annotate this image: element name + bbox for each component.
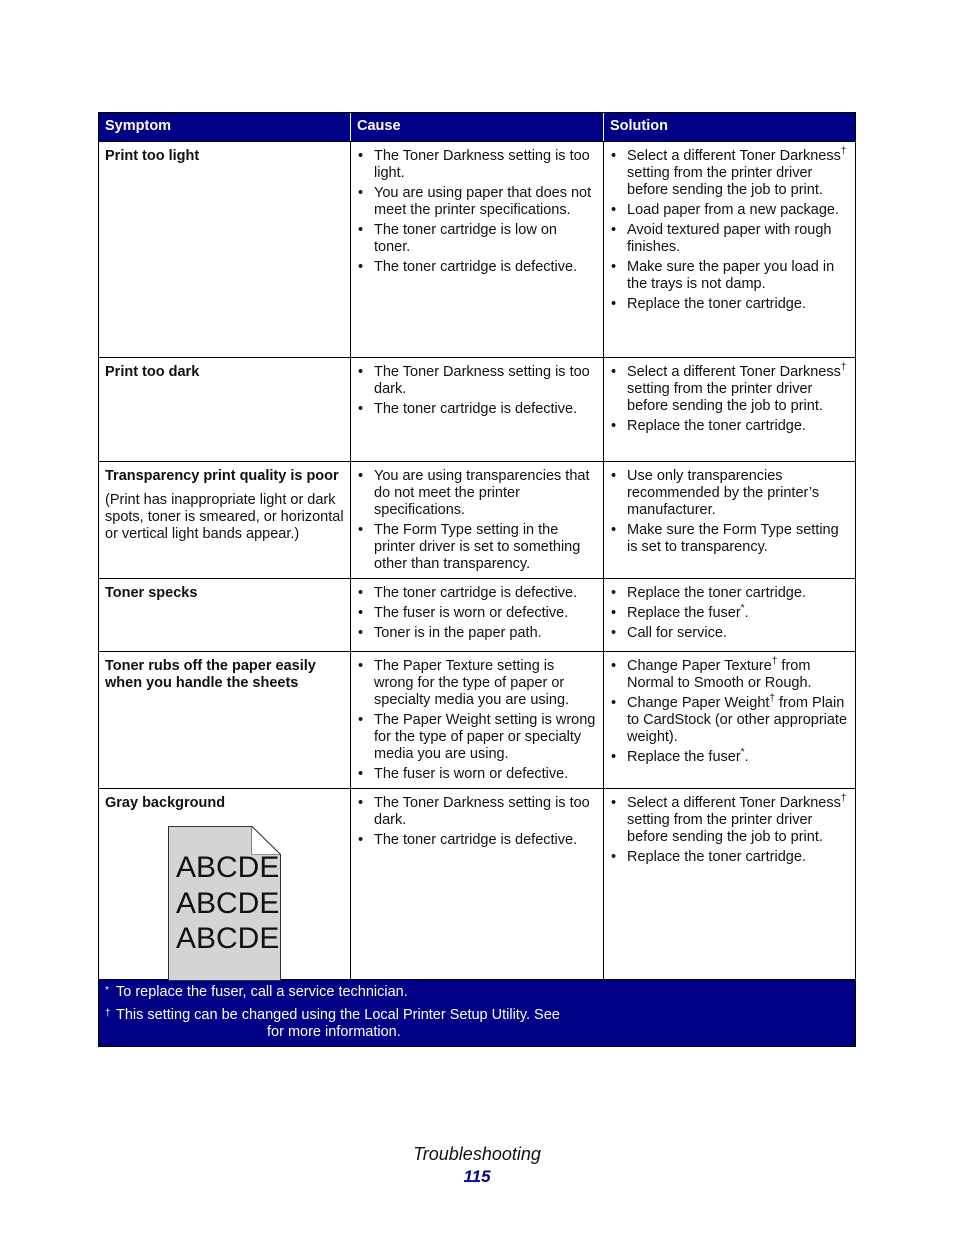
solution-list: Change Paper Texture† from Normal to Smo… — [610, 657, 849, 767]
dagger-mark: † — [840, 793, 847, 804]
table-row: Gray background ABCDE ABCDE ABCDE The To… — [99, 788, 855, 981]
cause-item: Toner is in the paper path. — [357, 625, 597, 642]
cause-item: The Toner Darkness setting is too light. — [357, 148, 597, 182]
cause-item: You are using transparencies that do not… — [357, 468, 597, 519]
cause-item: The fuser is worn or defective. — [357, 605, 597, 622]
footnote: * To replace the fuser, call a service t… — [105, 984, 408, 1000]
gray-background-sample-illustration: ABCDE ABCDE ABCDE — [168, 826, 281, 981]
cause-list: The Paper Texture setting is wrong for t… — [357, 658, 597, 783]
symptom-title: Transparency print quality is poor — [105, 468, 339, 484]
solution-item: Select a different Toner Darkness† setti… — [610, 793, 849, 846]
symptom-title: Gray background — [105, 795, 226, 811]
cause-item: The Paper Texture setting is wrong for t… — [357, 658, 597, 709]
cause-item: The Toner Darkness setting is too dark. — [357, 364, 597, 398]
sample-text-line: ABCDE — [176, 886, 280, 920]
sample-text-line: ABCDE — [176, 922, 280, 955]
solution-list: Select a different Toner Darkness† setti… — [610, 793, 849, 867]
table-footnotes: * To replace the fuser, call a service t… — [99, 979, 855, 1046]
table-row: Print too light The Toner Darkness setti… — [99, 141, 855, 357]
solution-list: Replace the toner cartridge. Replace the… — [610, 585, 849, 642]
cause-item: The toner cartridge is defective. — [357, 259, 597, 276]
cause-item: The fuser is worn or defective. — [357, 766, 597, 783]
solution-list: Select a different Toner Darkness† setti… — [610, 146, 849, 314]
cause-item: The Form Type setting in the printer dri… — [357, 522, 597, 573]
troubleshooting-table: Symptom Cause Solution Print too light T… — [98, 112, 856, 1047]
section-title: Troubleshooting — [413, 1144, 541, 1164]
dagger-mark: † — [105, 1008, 111, 1019]
solution-item: Replace the toner cartridge. — [610, 296, 849, 313]
cause-item: The Paper Weight setting is wrong for th… — [357, 712, 597, 763]
solution-item: Select a different Toner Darkness† setti… — [610, 146, 849, 199]
cause-list: The toner cartridge is defective. The fu… — [357, 585, 597, 642]
solution-item: Avoid textured paper with rough finishes… — [610, 222, 849, 256]
solution-item: Replace the toner cartridge. — [610, 585, 849, 602]
cause-item: You are using paper that does not meet t… — [357, 185, 597, 219]
table-row: Print too dark The Toner Darkness settin… — [99, 357, 855, 461]
cause-list: You are using transparencies that do not… — [357, 468, 597, 573]
solution-item: Replace the fuser*. — [610, 748, 849, 767]
solution-item: Change Paper Texture† from Normal to Smo… — [610, 657, 849, 692]
solution-item: Change Paper Weight† from Plain to CardS… — [610, 694, 849, 746]
cause-item: The toner cartridge is defective. — [357, 585, 597, 602]
header-solution: Solution — [610, 118, 668, 134]
sample-text-line: ABCDE — [176, 851, 280, 884]
table-header: Symptom Cause Solution — [99, 113, 855, 141]
cause-list: The Toner Darkness setting is too dark. … — [357, 795, 597, 849]
header-symptom: Symptom — [99, 113, 351, 141]
footnote: † This setting can be changed using the … — [105, 1007, 560, 1040]
header-cause: Cause — [351, 113, 604, 141]
solution-list: Select a different Toner Darkness† setti… — [610, 362, 849, 436]
dagger-mark: † — [840, 362, 847, 373]
solution-item: Make sure the Form Type setting is set t… — [610, 522, 849, 556]
solution-item: Use only transparencies recommended by t… — [610, 468, 849, 519]
asterisk-mark: * — [105, 985, 109, 996]
symptom-title: Print too dark — [105, 364, 200, 380]
solution-item: Replace the toner cartridge. — [610, 418, 849, 435]
table-row: Transparency print quality is poor (Prin… — [99, 461, 855, 578]
solution-list: Use only transparencies recommended by t… — [610, 468, 849, 556]
table-row: Toner rubs off the paper easily when you… — [99, 651, 855, 788]
cause-item: The toner cartridge is defective. — [357, 401, 597, 418]
solution-item: Replace the toner cartridge. — [610, 849, 849, 866]
cause-item: The Toner Darkness setting is too dark. — [357, 795, 597, 829]
cause-list: The Toner Darkness setting is too light.… — [357, 148, 597, 276]
cause-item: The toner cartridge is low on toner. — [357, 222, 597, 256]
solution-item: Load paper from a new package. — [610, 202, 849, 219]
solution-item: Call for service. — [610, 625, 849, 642]
table-row: Toner specks The toner cartridge is defe… — [99, 578, 855, 651]
solution-item: Replace the fuser*. — [610, 604, 849, 623]
symptom-title: Toner rubs off the paper easily when you… — [105, 658, 316, 691]
symptom-title: Toner specks — [105, 585, 198, 601]
solution-item: Select a different Toner Darkness† setti… — [610, 362, 849, 415]
solution-item: Make sure the paper you load in the tray… — [610, 259, 849, 293]
cause-list: The Toner Darkness setting is too dark. … — [357, 364, 597, 418]
cause-item: The toner cartridge is defective. — [357, 832, 597, 849]
symptom-title: Print too light — [105, 148, 200, 164]
symptom-note: (Print has inappropriate light or dark s… — [105, 492, 344, 542]
page-number: 115 — [463, 1167, 491, 1186]
dagger-mark: † — [840, 146, 847, 157]
